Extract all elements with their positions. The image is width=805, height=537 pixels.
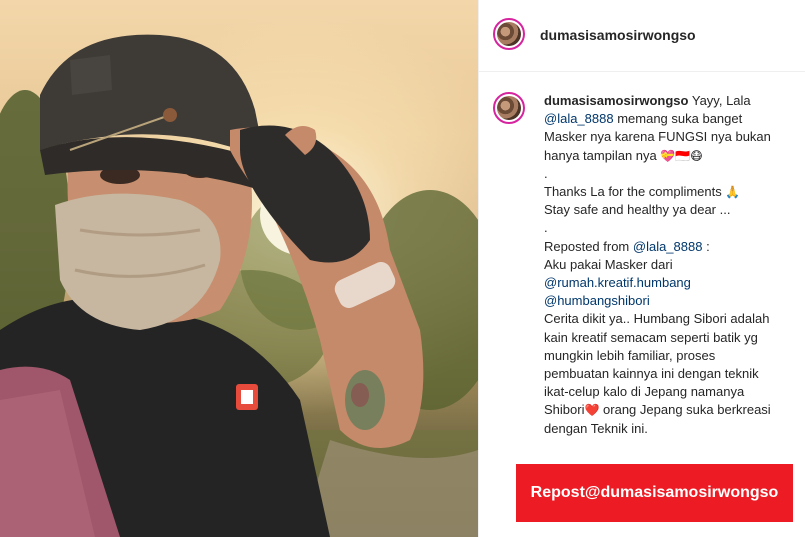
caption-line: Aku pakai Masker dari: [544, 256, 673, 272]
caption-line: Masker nya karena FUNGSI nya bukan: [544, 129, 771, 145]
mention-link[interactable]: @lala_8888: [544, 111, 614, 126]
caption-line-text: Yayy, Lala: [691, 93, 751, 108]
caption-line-text: orang Jepang suka berkreasi: [599, 402, 771, 418]
emoji-heart-flag-mask: 💝🇮🇩😷: [660, 148, 703, 163]
caption-line-text: :: [702, 238, 710, 254]
photo-illustration: [0, 34, 478, 537]
post-header: dumasisamosirwongso: [479, 0, 805, 72]
caption-line: @lala_8888 memang suka banget: [544, 110, 805, 128]
emoji-pray: 🙏: [725, 185, 741, 200]
caption-line-text: Reposted from: [544, 238, 633, 254]
caption-avatar[interactable]: [493, 92, 525, 124]
caption-line-text: Thanks La for the compliments: [544, 184, 726, 200]
repost-button[interactable]: Repost@dumasisamosirwongso: [516, 464, 793, 522]
avatar-image: [497, 96, 521, 120]
caption-line-text: hanya tampilan nya: [544, 147, 661, 163]
avatar-image: [497, 22, 521, 46]
emoji-heart: ❤️: [584, 403, 600, 418]
caption-line: mungkin lebih familiar, proses: [544, 347, 716, 363]
caption-line: hanya tampilan nya 💝🇮🇩😷: [544, 147, 805, 165]
caption-username[interactable]: dumasisamosirwongso: [544, 93, 688, 108]
mention-link[interactable]: @lala_8888: [633, 239, 703, 254]
caption-line: @rumah.kreatif.humbang: [544, 274, 805, 292]
caption-line: ikat-celup kalo di Jepang namanya: [544, 384, 745, 400]
caption-line: dengan Teknik ini.: [544, 420, 648, 436]
caption-line: Stay safe and healthy ya dear ...: [544, 202, 731, 218]
post-photo[interactable]: [0, 0, 478, 537]
mention-link[interactable]: @humbangshibori: [544, 293, 650, 308]
mention-link[interactable]: @rumah.kreatif.humbang: [544, 275, 691, 290]
caption-line: Thanks La for the compliments 🙏: [544, 183, 805, 201]
header-username[interactable]: dumasisamosirwongso: [540, 27, 696, 43]
avatar[interactable]: [493, 18, 525, 50]
caption-text: dumasisamosirwongso Yayy, Lala @lala_888…: [544, 92, 805, 438]
caption-line-text: Shibori: [544, 402, 585, 418]
caption-line: pembuatan kainnya ini dengan teknik: [544, 366, 759, 382]
caption-line: .: [544, 220, 548, 236]
caption-line: Cerita dikit ya.. Humbang Sibori adalah: [544, 311, 770, 327]
caption-line: Shibori❤️ orang Jepang suka berkreasi: [544, 401, 805, 419]
caption-line: kain kreatif semacam seperti batik yg: [544, 329, 758, 345]
caption-line: Reposted from @lala_8888 :: [544, 238, 805, 256]
caption-line: dumasisamosirwongso Yayy, Lala: [544, 92, 805, 110]
caption-line: @humbangshibori: [544, 292, 805, 310]
caption-line: .: [544, 165, 548, 181]
caption-line-text: memang suka banget: [613, 111, 743, 127]
post-sidebar: dumasisamosirwongso dumasisamosirwongso …: [478, 0, 805, 537]
